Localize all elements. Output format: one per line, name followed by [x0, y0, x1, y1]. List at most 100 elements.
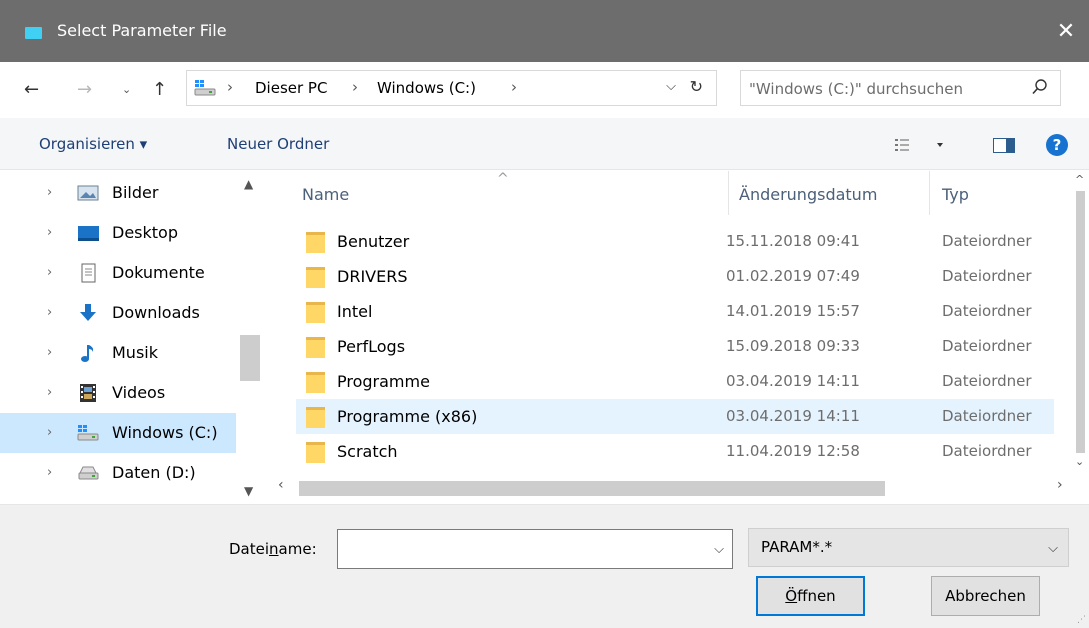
- pictures-icon: [77, 183, 99, 203]
- file-date: 03.04.2019 14:11: [726, 372, 860, 390]
- expand-chevron-icon[interactable]: ›: [47, 425, 52, 440]
- nav-item-label: Desktop: [112, 223, 178, 242]
- nav-item-musik[interactable]: › Musik: [0, 333, 236, 373]
- column-header-date[interactable]: Änderungsdatum: [729, 171, 929, 215]
- refresh-icon[interactable]: ↻: [690, 77, 703, 96]
- expand-chevron-icon[interactable]: ›: [47, 465, 52, 480]
- file-list-horizontal-scrollbar[interactable]: ‹ ›: [264, 474, 1089, 496]
- file-row[interactable]: Intel 14.01.2019 15:57 Dateiordner: [296, 294, 1054, 329]
- file-date: 15.09.2018 09:33: [726, 337, 860, 355]
- file-list-vertical-scrollbar[interactable]: ^ ⌄: [1072, 171, 1089, 474]
- open-button[interactable]: Öffnen: [756, 576, 865, 616]
- file-row[interactable]: Benutzer 15.11.2018 09:41 Dateiordner: [296, 224, 1054, 259]
- breadcrumb-separator-icon: ›: [511, 78, 517, 96]
- search-icon[interactable]: [1032, 79, 1048, 99]
- breadcrumb-this-pc[interactable]: Dieser PC: [255, 79, 327, 97]
- nav-item-bilder[interactable]: › Bilder: [0, 173, 236, 213]
- back-arrow-icon[interactable]: ←: [24, 79, 39, 100]
- organize-button[interactable]: Organisieren ▾: [39, 135, 147, 153]
- file-row[interactable]: Programme 03.04.2019 14:11 Dateiordner: [296, 364, 1054, 399]
- expand-chevron-icon[interactable]: ›: [47, 225, 52, 240]
- scroll-right-icon[interactable]: ›: [1057, 477, 1063, 493]
- app-icon: [25, 27, 42, 39]
- scroll-left-icon[interactable]: ‹: [278, 477, 284, 493]
- file-type-filter-select[interactable]: PARAM*.* ⌵: [748, 528, 1069, 567]
- filename-combobox[interactable]: ⌵: [337, 529, 733, 569]
- chevron-down-icon[interactable]: ⌵: [714, 542, 724, 557]
- file-name: Programme: [337, 372, 430, 391]
- drive-windows-icon: [194, 79, 216, 101]
- file-name: PerfLogs: [337, 337, 406, 356]
- column-header-name[interactable]: Name: [296, 171, 728, 215]
- file-date: 01.02.2019 07:49: [726, 267, 860, 285]
- forward-arrow-icon[interactable]: →: [77, 79, 92, 100]
- file-type: Dateiordner: [942, 267, 1032, 285]
- downloads-icon: [77, 303, 99, 323]
- file-row[interactable]: Programme (x86) 03.04.2019 14:11 Dateior…: [296, 399, 1054, 434]
- file-name: Scratch: [337, 442, 398, 461]
- file-date: 15.11.2018 09:41: [726, 232, 860, 250]
- file-row[interactable]: PerfLogs 15.09.2018 09:33 Dateiordner: [296, 329, 1054, 364]
- file-type: Dateiordner: [942, 442, 1032, 460]
- file-list: ^ Name Änderungsdatum Typ Benutzer 15.11…: [264, 171, 1089, 504]
- window-title: Select Parameter File: [57, 21, 227, 40]
- folder-icon: [306, 301, 325, 323]
- file-date: 14.01.2019 15:57: [726, 302, 860, 320]
- navigation-scrollbar[interactable]: ▲ ▼: [236, 171, 264, 504]
- file-name: Intel: [337, 302, 373, 321]
- folder-icon: [306, 406, 325, 428]
- file-row[interactable]: Scratch 11.04.2019 12:58 Dateiordner: [296, 434, 1054, 469]
- column-header-label: Änderungsdatum: [739, 185, 878, 204]
- close-icon[interactable]: ✕: [1043, 0, 1089, 62]
- nav-item-label: Dokumente: [112, 263, 205, 282]
- expand-chevron-icon[interactable]: ›: [47, 305, 52, 320]
- cancel-button[interactable]: Abbrechen: [931, 576, 1040, 616]
- chevron-down-icon[interactable]: ⌵: [1048, 541, 1058, 556]
- expand-chevron-icon[interactable]: ›: [47, 345, 52, 360]
- nav-item-dokumente[interactable]: › Dokumente: [0, 253, 236, 293]
- address-bar[interactable]: › Dieser PC › Windows (C:) › ⌵ ↻: [186, 70, 717, 106]
- new-folder-button[interactable]: Neuer Ordner: [227, 135, 329, 153]
- filename-label: Dateiname:: [229, 540, 317, 558]
- nav-item-videos[interactable]: › Videos: [0, 373, 236, 413]
- view-options-icon[interactable]: [895, 138, 955, 156]
- filename-input[interactable]: [344, 539, 694, 561]
- help-icon[interactable]: ?: [1046, 134, 1068, 156]
- nav-item-windows-c[interactable]: › Windows (C:): [0, 413, 236, 453]
- nav-item-desktop[interactable]: › Desktop: [0, 213, 236, 253]
- expand-chevron-icon[interactable]: ›: [47, 185, 52, 200]
- music-icon: [77, 343, 99, 363]
- scroll-thumb[interactable]: [299, 481, 885, 496]
- preview-pane-icon[interactable]: [993, 138, 1015, 153]
- folder-icon: [306, 371, 325, 393]
- expand-chevron-icon[interactable]: ›: [47, 265, 52, 280]
- recent-locations-chevron-icon[interactable]: ⌄: [122, 83, 131, 96]
- folder-icon: [306, 441, 325, 463]
- nav-item-daten-d[interactable]: › Daten (D:): [0, 453, 236, 493]
- nav-item-label: Musik: [112, 343, 158, 362]
- breadcrumb-windows-c[interactable]: Windows (C:): [377, 79, 476, 97]
- documents-icon: [77, 263, 99, 283]
- expand-chevron-icon[interactable]: ›: [47, 385, 52, 400]
- scroll-up-icon[interactable]: ▲: [244, 177, 253, 191]
- scroll-down-icon[interactable]: ⌄: [1075, 455, 1084, 468]
- scroll-down-icon[interactable]: ▼: [244, 484, 253, 498]
- title-bar: Select Parameter File ✕: [0, 0, 1089, 62]
- scroll-thumb[interactable]: [240, 335, 260, 381]
- search-box[interactable]: [740, 70, 1061, 106]
- resize-grip-icon[interactable]: ⋰: [1077, 615, 1086, 625]
- folder-icon: [306, 231, 325, 253]
- file-type: Dateiordner: [942, 232, 1032, 250]
- up-arrow-icon[interactable]: ↑: [152, 79, 167, 100]
- file-type-filter-value: PARAM*.*: [761, 538, 833, 556]
- column-header-type[interactable]: Typ: [930, 171, 1070, 215]
- file-row[interactable]: DRIVERS 01.02.2019 07:49 Dateiordner: [296, 259, 1054, 294]
- nav-item-downloads[interactable]: › Downloads: [0, 293, 236, 333]
- file-date: 11.04.2019 12:58: [726, 442, 860, 460]
- address-dropdown-icon[interactable]: ⌵: [666, 79, 676, 94]
- file-type: Dateiordner: [942, 337, 1032, 355]
- scroll-thumb[interactable]: [1076, 191, 1085, 453]
- scroll-up-icon[interactable]: ^: [1075, 173, 1084, 186]
- search-input[interactable]: [749, 78, 1019, 100]
- nav-item-label: Bilder: [112, 183, 159, 202]
